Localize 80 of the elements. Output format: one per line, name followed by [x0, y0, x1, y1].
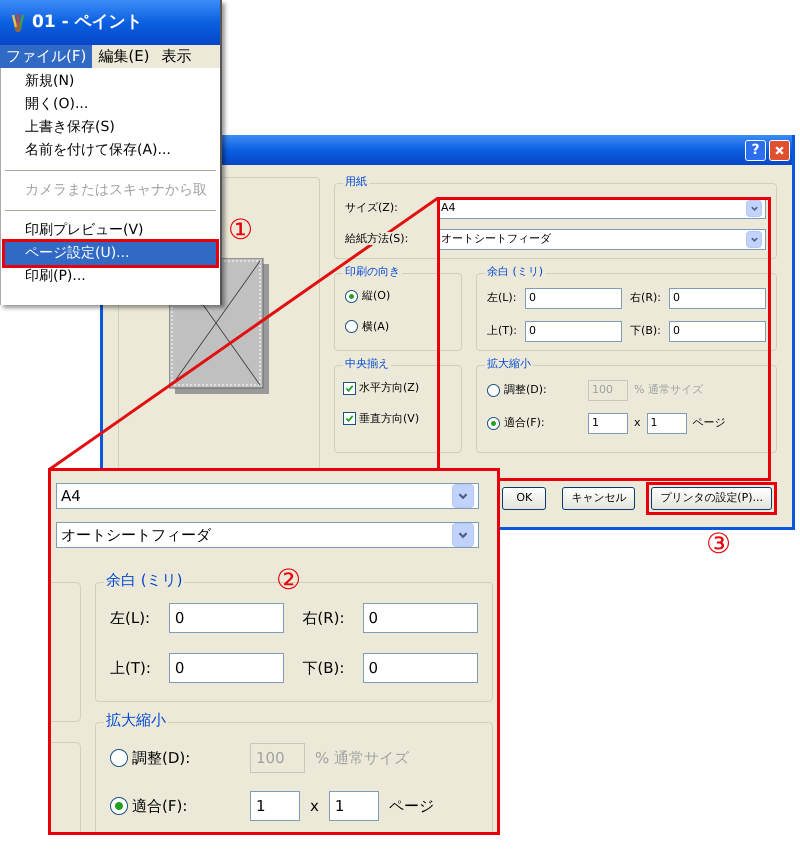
- dialog-button[interactable]: OK: [502, 487, 546, 510]
- dropdown[interactable]: A4: [56, 483, 479, 509]
- dropdown[interactable]: A4: [437, 198, 766, 219]
- group-title: 拡大縮小: [104, 712, 168, 728]
- checkbox-label: 水平方向(Z): [359, 380, 420, 396]
- input-field[interactable]: 1: [646, 413, 687, 434]
- radio-label: 調整(D):: [504, 382, 547, 398]
- chevron-down-icon: [746, 231, 762, 248]
- field-label: 左(L):: [487, 290, 518, 306]
- menu-item[interactable]: 印刷(P)...: [5, 265, 216, 288]
- scale-suffix: % 通常サイズ: [634, 382, 703, 398]
- menu-item[interactable]: 印刷プレビュー(V): [5, 219, 216, 242]
- help-button[interactable]: ?: [745, 140, 766, 160]
- dialog-button[interactable]: プリンタの設定(P)...: [651, 487, 772, 510]
- field-label: サイズ(Z):: [345, 200, 399, 216]
- radio-button[interactable]: [487, 384, 500, 397]
- checkbox[interactable]: [343, 382, 356, 395]
- menu-bar-item[interactable]: 編集(E): [92, 45, 156, 68]
- radio-button[interactable]: [345, 320, 358, 334]
- radio-button[interactable]: [110, 749, 128, 767]
- group-title: 用紙: [343, 176, 369, 188]
- field-label: 下(B):: [302, 658, 345, 679]
- times-sign: x: [310, 796, 319, 817]
- radio-button[interactable]: [110, 797, 128, 815]
- input-field[interactable]: 0: [362, 603, 478, 633]
- field-label: 上(T):: [487, 323, 518, 340]
- radio-label: 縦(O): [362, 288, 390, 304]
- menu-item[interactable]: 新規(N): [5, 70, 216, 93]
- group-title: 余白 (ミリ): [485, 266, 546, 278]
- group-title: 印刷の向き: [343, 266, 402, 278]
- radio-label: 横(A): [362, 318, 390, 334]
- menu-item[interactable]: 名前を付けて保存(A)...: [5, 139, 216, 162]
- field-label: 上(T):: [110, 658, 151, 679]
- chevron-down-icon: [746, 200, 762, 217]
- input-field[interactable]: 0: [362, 653, 478, 683]
- callout-number: ③: [706, 530, 732, 558]
- input-field[interactable]: 0: [168, 603, 284, 633]
- menu-bar-item[interactable]: ファイル(F): [0, 45, 92, 68]
- field-label: 下(B):: [630, 323, 661, 340]
- checkbox-label: 垂直方向(V): [359, 410, 420, 426]
- radio-label: 調整(D):: [132, 748, 190, 769]
- dropdown[interactable]: オートシートフィーダ: [437, 229, 766, 250]
- radio-button[interactable]: [487, 417, 500, 430]
- callout-number: ②: [276, 566, 302, 594]
- field-label: 左(L):: [110, 608, 151, 629]
- group-title: 余白 (ミリ): [104, 572, 184, 588]
- input-field[interactable]: 1: [328, 791, 379, 821]
- input-field[interactable]: 0: [525, 321, 622, 342]
- input-field[interactable]: 1: [588, 413, 628, 434]
- input-field[interactable]: 0: [525, 288, 622, 309]
- chevron-down-icon: [452, 484, 474, 508]
- checkbox[interactable]: [343, 412, 356, 426]
- times-sign: x: [634, 415, 641, 432]
- pages-label: ページ: [388, 796, 434, 817]
- radio-label: 適合(F):: [504, 415, 545, 432]
- group-title: 拡大縮小: [485, 358, 533, 370]
- dropdown[interactable]: オートシートフィーダ: [56, 522, 479, 548]
- close-icon: [774, 144, 785, 156]
- menu-item[interactable]: 開く(O)...: [5, 93, 216, 116]
- callout-number: ①: [228, 216, 254, 244]
- input-field[interactable]: 1: [250, 791, 300, 821]
- paint-brushes-icon: [10, 12, 26, 32]
- radio-label: 適合(F):: [132, 796, 188, 817]
- pages-label: ページ: [692, 415, 726, 432]
- field-label: 給紙方法(S):: [345, 232, 408, 246]
- menu-item[interactable]: 上書き保存(S): [5, 116, 216, 139]
- group-title: 中央揃え: [343, 358, 391, 370]
- scale-suffix: % 通常サイズ: [315, 748, 410, 769]
- menu-bar-item[interactable]: 表示: [156, 45, 198, 68]
- window-title: 01 - ペイント: [32, 10, 143, 34]
- close-button[interactable]: [769, 140, 790, 160]
- field-label: 右(R):: [630, 290, 661, 306]
- menu-item[interactable]: ページ設定(U)...: [5, 242, 216, 265]
- input-field[interactable]: 0: [668, 288, 766, 309]
- input-field[interactable]: 0: [668, 321, 766, 342]
- input-field[interactable]: 0: [168, 653, 284, 683]
- chevron-down-icon: [452, 523, 474, 547]
- radio-button[interactable]: [345, 290, 358, 303]
- dialog-button[interactable]: キャンセル: [562, 487, 636, 510]
- field-label: 右(R):: [302, 608, 345, 629]
